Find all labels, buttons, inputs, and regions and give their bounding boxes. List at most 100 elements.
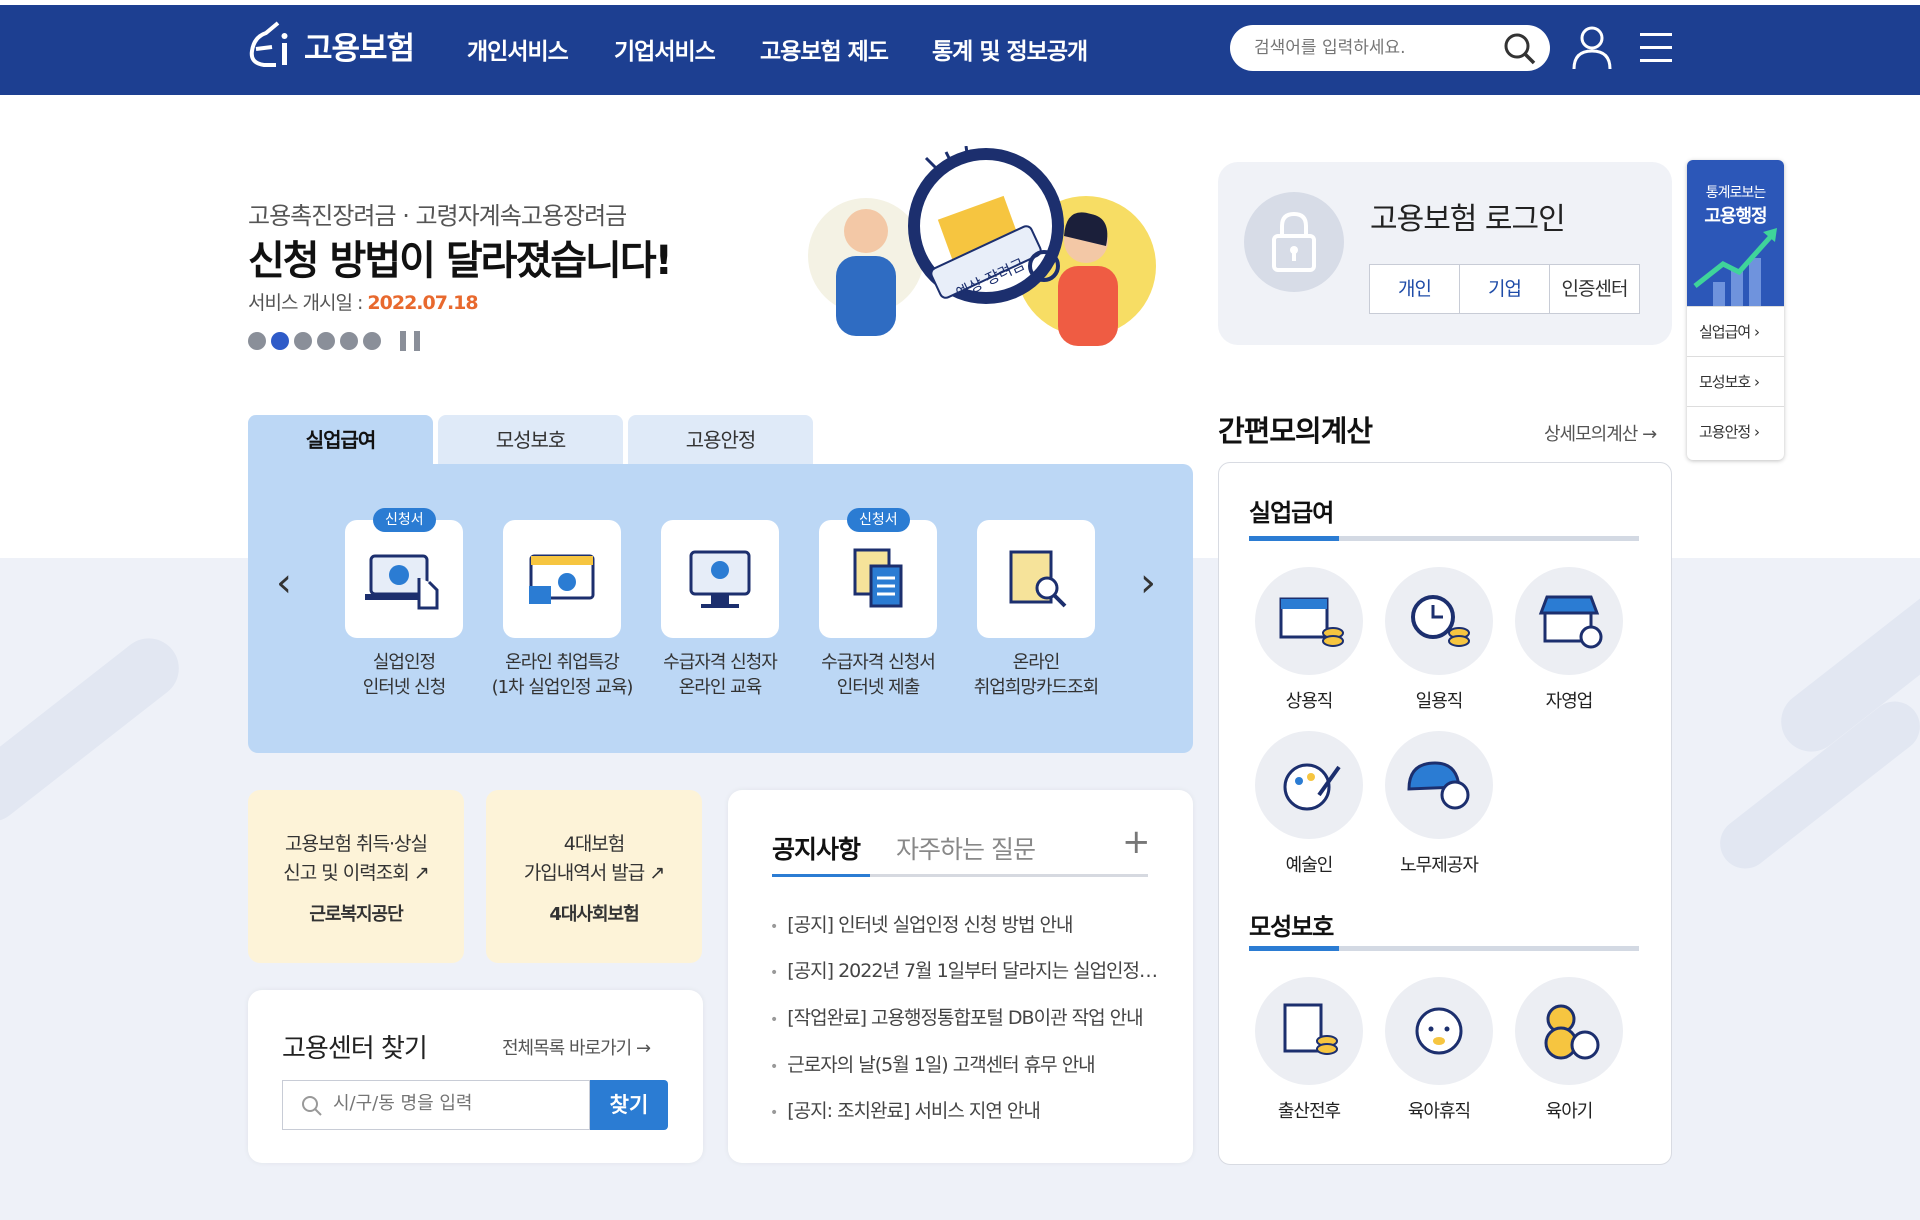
notice-item[interactable]: [공지: 조치완료] 서비스 지연 안내 [770,1096,1160,1123]
calc-item-labor-provider[interactable]: 노무제공자 [1369,851,1509,877]
tab-notices[interactable]: 공지사항 [772,830,861,866]
document-stack-icon [853,548,903,608]
service-tile-online-lecture[interactable] [503,520,621,638]
service-label-line: (1차 실업인정 교육) [491,677,634,698]
nav-business[interactable]: 기업서비스 [614,32,716,66]
calc-item-artist[interactable]: 예술인 [1239,851,1379,877]
slide-dot[interactable] [294,332,312,350]
clock-coin-icon[interactable] [1385,567,1493,675]
service-label-line: 온라인 [1012,652,1061,673]
service-label[interactable]: 온라인 취업특강 (1차 실업인정 교육) [482,650,642,700]
calc-item-regular[interactable]: 상용직 [1239,687,1379,713]
search-input[interactable] [1254,35,1494,61]
service-tile-applicant-education[interactable] [661,520,779,638]
calc-item-parental-leave[interactable]: 육아휴직 [1369,1097,1509,1123]
prev-arrow-icon[interactable]: ‹ [276,560,292,606]
calc-item-daily[interactable]: 일용직 [1369,687,1509,713]
site-logo[interactable]: 고용보험 [246,18,415,72]
menu-icon[interactable] [1638,30,1674,66]
calc-item-childcare[interactable]: 육아기 [1499,1097,1639,1123]
calendar-coin-icon[interactable] [1255,567,1363,675]
banner-subtitle: 고용촉진장려금 · 고령자계속고용장려금 [248,202,627,230]
slide-dot[interactable] [248,332,266,350]
more-plus-icon[interactable]: + [1122,822,1151,862]
card-4-insurance[interactable]: 4대보험 가입내역서 발급 ↗ 4대사회보험 [486,790,702,963]
slide-dot[interactable] [271,332,289,350]
notice-panel: 공지사항 자주하는 질문 + [공지] 인터넷 실업인정 신청 방법 안내 [공… [728,790,1193,1163]
service-label-line: 실업인정 [372,652,436,673]
calc-item-self-employed[interactable]: 자영업 [1499,687,1639,713]
login-personal-button[interactable]: 개인 [1369,264,1460,314]
notice-item[interactable]: [공지] 인터넷 실업인정 신청 방법 안내 [770,910,1160,937]
stats-item-stability[interactable]: 고용안정 › [1687,406,1784,456]
document-coin-icon[interactable] [1255,977,1363,1085]
baby-face-icon[interactable] [1385,977,1493,1085]
nav-stats[interactable]: 통계 및 정보공개 [932,32,1088,66]
search-icon[interactable] [1502,31,1538,67]
finder-input[interactable] [333,1093,573,1114]
service-label[interactable]: 실업인정인터넷 신청 [324,650,484,700]
card-line1: 고용보험 취득·상실 [285,833,428,855]
service-label-line: 인터넷 신청 [362,677,447,698]
banner-date-label: 서비스 개시일 : [248,292,368,314]
notice-item[interactable]: [공지] 2022년 7월 1일부터 달라지는 실업인정 방법 안내 [770,956,1160,983]
cert-center-button[interactable]: 인증센터 [1549,264,1640,314]
slide-dot[interactable] [317,332,335,350]
logo-text: 고용보험 [304,30,415,67]
finder-input-box [282,1080,590,1130]
banner-illustration: 예상 장려금 [808,146,1156,346]
card-insurance-history[interactable]: 고용보험 취득·상실 신고 및 이력조회 ↗ 근로복지공단 [248,790,464,963]
tab-faq[interactable]: 자주하는 질문 [896,830,1036,866]
stats-item-unemployment[interactable]: 실업급여 › [1687,306,1784,356]
document-search-icon [1009,550,1067,608]
service-tile-online-certification[interactable] [345,520,463,638]
notice-item[interactable]: [작업완료] 고용행정통합포털 DB이관 작업 안내 [770,1003,1160,1030]
tab-unemployment[interactable]: 실업급여 [248,415,433,465]
card-line2: 가입내역서 발급 ↗ [486,859,702,888]
tab-maternity[interactable]: 모성보호 [438,415,623,465]
service-tile-application-submit[interactable] [819,520,937,638]
teddy-clock-icon[interactable] [1515,977,1623,1085]
finder-search-button[interactable]: 찾기 [590,1080,668,1130]
nav-personal[interactable]: 개인서비스 [467,32,569,66]
application-badge: 신청서 [847,508,910,532]
service-label-line: 취업희망카드조회 [973,677,1099,698]
tab-stability[interactable]: 고용안정 [628,415,813,465]
calc-detail-link[interactable]: 상세모의계산 → [1544,420,1657,446]
login-business-button[interactable]: 기업 [1459,264,1550,314]
finder-all-link[interactable]: 전체목록 바로가기 → [502,1034,651,1060]
finder-link-text: 전체목록 바로가기 [502,1038,632,1059]
service-label[interactable]: 수급자격 신청서 인터넷 제출 [798,650,958,700]
shop-icon[interactable] [1515,567,1623,675]
external-link-icon: ↗ [649,862,665,884]
helmet-clock-icon[interactable] [1385,731,1493,839]
video-window-icon [529,554,595,604]
stats-item-maternity[interactable]: 모성보호 › [1687,356,1784,406]
banner-title[interactable]: 신청 방법이 달라졌습니다! [248,228,673,286]
nav-system[interactable]: 고용보험 제도 [760,32,889,66]
monitor-hand-icon [365,554,439,610]
service-tile-job-card[interactable] [977,520,1095,638]
slide-dot[interactable] [340,332,358,350]
service-label[interactable]: 온라인취업희망카드조회 [956,650,1116,700]
next-arrow-icon[interactable]: › [1140,560,1156,606]
section-underline [1249,536,1339,541]
palette-icon[interactable] [1255,731,1363,839]
user-icon[interactable] [1570,25,1614,71]
service-label-line: 온라인 취업특강 [505,652,620,673]
stats-banner[interactable]: 통계로보는 고용행정 [1687,160,1784,306]
calc-link-text: 상세모의계산 [1544,424,1638,445]
service-label-line: 온라인 교육 [678,677,763,698]
section-underline [1249,946,1339,951]
card-line2: 신고 및 이력조회 ↗ [248,859,464,888]
card-org: 근로복지공단 [309,904,403,925]
service-label[interactable]: 수급자격 신청자 온라인 교육 [640,650,800,700]
notice-item[interactable]: 근로자의 날(5월 1일) 고객센터 휴무 안내 [770,1050,1160,1077]
lock-icon [1244,192,1344,292]
slide-dot[interactable] [363,332,381,350]
pause-icon[interactable] [400,331,420,351]
banner-date-value: 2022.07.18 [367,292,478,314]
login-buttons: 개인 기업 인증센터 [1369,264,1640,314]
arrow-right-icon: → [635,1038,651,1059]
calc-item-maternity-leave[interactable]: 출산전후 [1239,1097,1379,1123]
